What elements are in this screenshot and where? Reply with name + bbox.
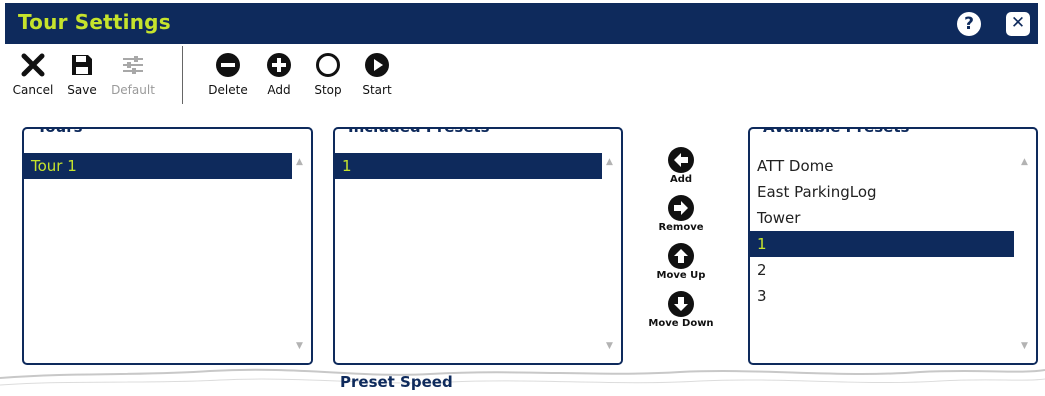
tour-settings-window: Tour Settings ? ✕ Cancel Save Default De… [0, 0, 1045, 396]
torn-edge [0, 368, 1045, 396]
preset-speed-title: Preset Speed [340, 373, 453, 391]
